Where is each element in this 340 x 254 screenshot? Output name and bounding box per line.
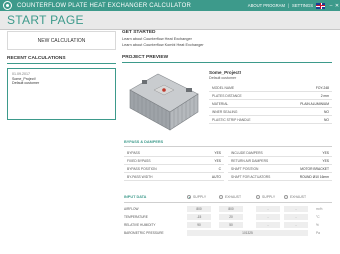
spec-row-label: PLASTIC STRIP HANDLE [212, 118, 251, 122]
spec-row-value: FOY-248 [315, 86, 329, 90]
recent-item-customer: Default customer [12, 81, 40, 86]
bypass-row-label: BY-PASS WIDTH [127, 175, 153, 179]
input-value-field[interactable]: - [256, 206, 280, 212]
close-button[interactable]: ✕ [334, 3, 340, 9]
about-program-link[interactable]: ABOUT PROGRAM [248, 3, 285, 8]
bypass-row-label: FIXED BYPASS [127, 159, 151, 163]
supply-radio-1[interactable]: SUPPLY [187, 195, 206, 199]
exhaust-radio-2[interactable]: EXHAUST [284, 195, 306, 199]
learn-counterflow-link[interactable]: Learn about Counterflow Heat Exchanger [122, 37, 192, 41]
damper-row: SHAFT FOR ACTUATORS ROUND Ø10 16mm [228, 174, 332, 181]
damper-row-label: SHAFT FOR ACTUATORS [231, 175, 271, 179]
input-row-label: AIRFLOW [124, 207, 139, 211]
input-value-field[interactable]: - [284, 206, 308, 212]
page-header: START PAGE [0, 11, 340, 29]
damper-row-value: YES [322, 151, 329, 155]
recent-calculation-item[interactable]: 01.09.2017 Some_Project! Default custome… [7, 68, 116, 120]
project-preview-title: PROJECT PREVIEW [122, 55, 169, 60]
input-value-field[interactable]: - [284, 222, 308, 228]
spec-row-value: PLAIN ALUMINIUM [300, 102, 329, 106]
learn-kombi-link[interactable]: Learn about Counterflow Kombi Heat Excha… [122, 43, 204, 47]
preview-project-name: Some_Project! [209, 70, 242, 75]
recent-divider [7, 63, 116, 64]
input-data-title: INPUT DATA [124, 195, 147, 199]
input-unit: % [316, 223, 319, 227]
damper-row-value: YES [322, 159, 329, 163]
bypass-dampers-title: BYPASS & DAMPERS [124, 140, 164, 144]
app-logo-icon [3, 1, 12, 10]
uk-flag-icon[interactable] [316, 2, 325, 9]
spec-row: INNER SEALING NO [209, 109, 332, 116]
page-title: START PAGE [7, 13, 84, 27]
input-unit: °C [316, 215, 320, 219]
spec-row-value: 2 mm [320, 94, 329, 98]
bypass-row-label: BYPASS [127, 151, 140, 155]
bypass-row: BYPASS YES [124, 150, 224, 157]
input-row-label: RELATIVE HUMIDITY [124, 223, 156, 227]
exhaust-radio-1[interactable]: EXHAUST [219, 195, 241, 199]
bypass-divider [124, 146, 332, 147]
get-started-title: GET STARTED [122, 29, 156, 35]
input-value-field[interactable]: - [256, 214, 280, 220]
damper-row-value: ROUND Ø10 16mm [299, 175, 329, 179]
spec-row-label: MODEL NAME [212, 86, 235, 90]
bypass-row-value: AUTO [211, 175, 221, 179]
header-divider [0, 29, 340, 30]
damper-row-label: INCLUDE DAMPERS [231, 151, 263, 155]
radio-icon [219, 195, 223, 199]
spec-row: PLASTIC STRIP HANDLE NO [209, 117, 332, 124]
preview-divider [122, 62, 332, 63]
heat-exchanger-image [129, 73, 199, 131]
spec-row: MODEL NAME FOY-248 [209, 85, 332, 92]
new-calculation-button[interactable]: NEW CALCULATION [7, 31, 116, 50]
spec-row-label: PLATES DISTANCE [212, 94, 242, 98]
damper-row-label: SHAFT POSITION [231, 167, 259, 171]
recent-calculations-title: RECENT CALCULATIONS [7, 56, 66, 61]
input-value-field[interactable]: - [256, 222, 280, 228]
damper-row-label: RETURN AIR DAMPERS [231, 159, 269, 163]
bypass-row-value: C [218, 167, 221, 171]
bypass-row-value: YES [214, 151, 221, 155]
settings-link[interactable]: SETTINGS [292, 3, 313, 8]
bypass-row: BY-PASS WIDTH AUTO [124, 174, 224, 181]
pressure-unit: Pa [316, 231, 320, 235]
preview-customer: Default customer [209, 76, 237, 80]
input-divider [124, 202, 332, 203]
app-title: COUNTERFLOW PLATE HEAT EXCHANGER CALCULA… [17, 2, 192, 9]
input-value-field[interactable]: 50 [219, 222, 243, 228]
spec-row: PLATES DISTANCE 2 mm [209, 93, 332, 100]
bypass-row-label: BYPASS POSITION [127, 167, 157, 171]
input-value-field[interactable]: 90 [187, 222, 211, 228]
radio-icon [256, 195, 260, 199]
bypass-row-value: YES [214, 159, 221, 163]
input-unit: m³/h [316, 207, 323, 211]
separator: | [287, 3, 290, 8]
input-value-field[interactable]: 20 [219, 214, 243, 220]
bypass-row: BYPASS POSITION C [124, 166, 224, 173]
input-value-field[interactable]: 800 [219, 206, 243, 212]
input-row-label: TEMPERATURE [124, 215, 148, 219]
radio-icon [187, 195, 191, 199]
spec-row-label: INNER SEALING [212, 110, 238, 114]
pressure-label: BAROMETRIC PRESSURE [124, 231, 164, 235]
input-value-field[interactable]: - [284, 214, 308, 220]
title-bar: COUNTERFLOW PLATE HEAT EXCHANGER CALCULA… [0, 0, 340, 11]
spec-row-value: NO [324, 110, 329, 114]
spec-row-value: NO [324, 118, 329, 122]
pressure-field[interactable]: 101325 [187, 230, 308, 236]
spec-row-label: MATERIAL [212, 102, 229, 106]
radio-icon [284, 195, 288, 199]
bypass-row: FIXED BYPASS YES [124, 158, 224, 165]
input-value-field[interactable]: -15 [187, 214, 211, 220]
damper-row: RETURN AIR DAMPERS YES [228, 158, 332, 165]
damper-row: SHAFT POSITION MOTOR BRACKET [228, 166, 332, 173]
damper-row: INCLUDE DAMPERS YES [228, 150, 332, 157]
spec-row: MATERIAL PLAIN ALUMINIUM [209, 101, 332, 108]
damper-row-value: MOTOR BRACKET [300, 167, 329, 171]
input-value-field[interactable]: 800 [187, 206, 211, 212]
supply-radio-2[interactable]: SUPPLY [256, 195, 275, 199]
